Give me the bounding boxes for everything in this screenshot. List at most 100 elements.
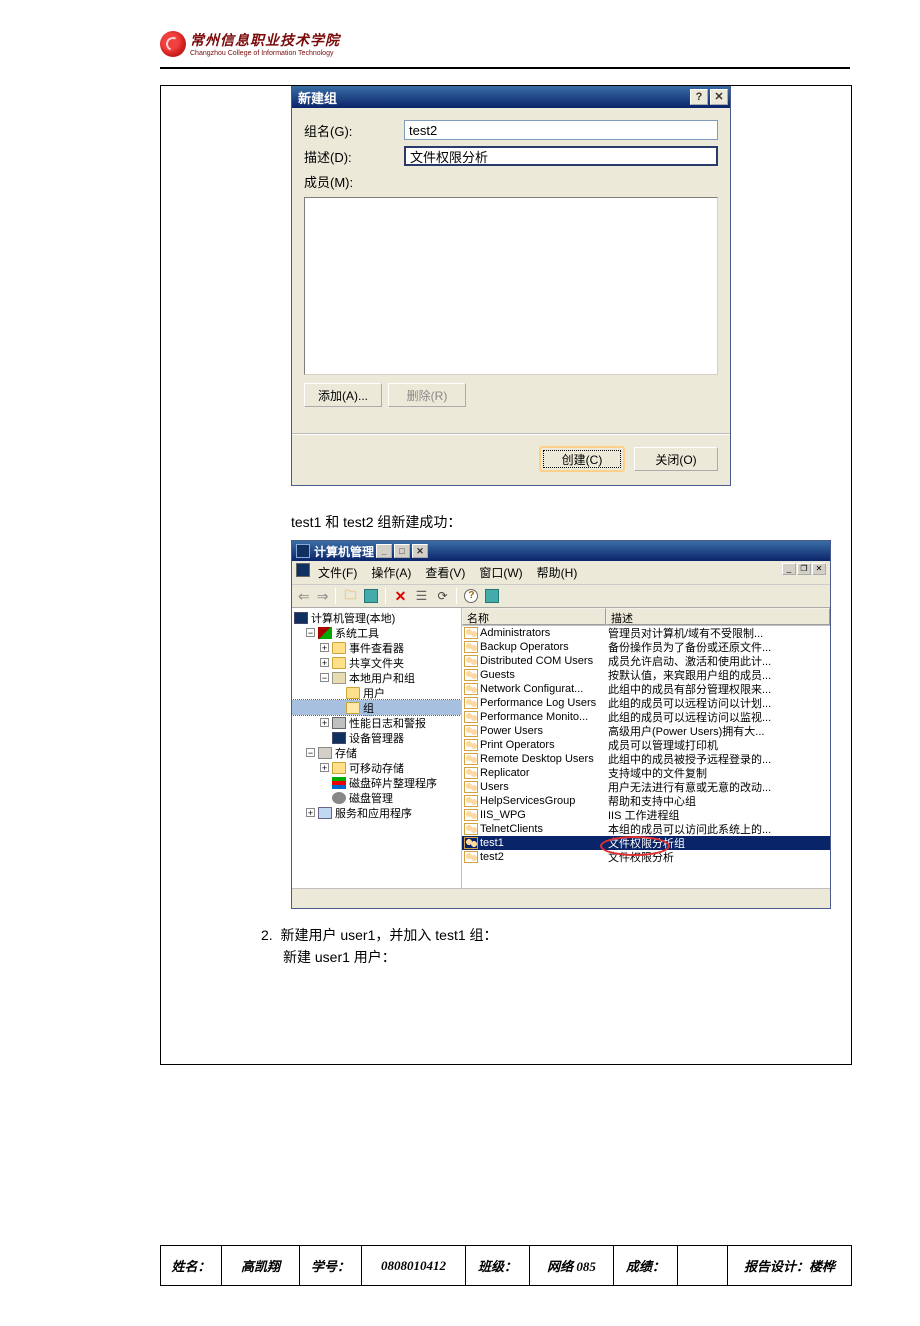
tree-services[interactable]: 服务和应用程序	[335, 805, 412, 821]
list-row[interactable]: HelpServicesGroup帮助和支持中心组	[462, 794, 830, 808]
list-row[interactable]: Performance Log Users此组的成员可以远程访问以计划...	[462, 696, 830, 710]
remove-button: 删除(R)	[388, 383, 466, 407]
group-name: Network Configurat...	[480, 683, 583, 695]
list-row[interactable]: Administrators管理员对计算机/域有不受限制...	[462, 626, 830, 640]
group-description: 文件权限分析	[606, 849, 830, 865]
expand-icon[interactable]: +	[320, 643, 329, 652]
expand-icon[interactable]: +	[320, 718, 329, 727]
mdi-close[interactable]: ✕	[812, 563, 826, 575]
groups-list[interactable]: 名称 描述 Administrators管理员对计算机/域有不受限制...Bac…	[462, 608, 830, 888]
list-row[interactable]: Remote Desktop Users此组中的成员被授予远程登录的...	[462, 752, 830, 766]
group-icon	[464, 795, 478, 807]
tree-root[interactable]: 计算机管理(本地)	[311, 610, 395, 626]
list-row[interactable]: Replicator支持域中的文件复制	[462, 766, 830, 780]
back-icon[interactable]: ⇐	[296, 588, 312, 605]
group-name: Users	[480, 781, 509, 793]
collapse-icon[interactable]: −	[320, 673, 329, 682]
expand-icon[interactable]: +	[306, 808, 315, 817]
status-bar	[292, 888, 830, 908]
window-close-button[interactable]: ✕	[412, 544, 428, 558]
group-name: test2	[480, 851, 504, 863]
column-description[interactable]: 描述	[606, 608, 830, 625]
extra-icon[interactable]	[483, 587, 501, 605]
up-icon[interactable]: 🗀	[341, 587, 359, 605]
create-button[interactable]: 创建(C)	[540, 447, 624, 471]
list-row[interactable]: IIS_WPGIIS 工作进程组	[462, 808, 830, 822]
group-name: Performance Monito...	[480, 711, 588, 723]
list-row[interactable]: Users用户无法进行有意或无意的改动...	[462, 780, 830, 794]
properties-icon[interactable]: ☰	[412, 587, 430, 605]
caption-success: test1 和 test2 组新建成功：	[291, 512, 851, 532]
delete-icon[interactable]: ✕	[391, 587, 409, 605]
list-row[interactable]: Performance Monito...此组的成员可以远程访问以监视...	[462, 710, 830, 724]
system-menu-icon[interactable]	[296, 563, 310, 577]
refresh-icon[interactable]: ⟳	[433, 587, 451, 605]
menu-file[interactable]: 文件(F)	[312, 563, 363, 582]
new-group-dialog: 新建组 ? ✕ 组名(G): 描述(D): 成员(M):	[291, 86, 731, 486]
help-icon[interactable]: ?	[462, 587, 480, 605]
services-icon	[318, 807, 332, 819]
list-row[interactable]: test2 文件权限分析	[462, 850, 830, 864]
dialog-title: 新建组	[298, 88, 337, 107]
tree-disk-mgmt[interactable]: 磁盘管理	[349, 790, 393, 806]
mdi-restore[interactable]: ❐	[797, 563, 811, 575]
tree-system-tools[interactable]: 系统工具	[335, 625, 379, 641]
description-input[interactable]	[404, 146, 718, 166]
mdi-minimize[interactable]: _	[782, 563, 796, 575]
help-button[interactable]: ?	[690, 89, 708, 105]
group-icon	[464, 837, 478, 849]
console-tree[interactable]: 计算机管理(本地) − 系统工具 + 事件查看器 + 共享文件夹 − 本地用户和组 用户…	[292, 608, 462, 888]
tree-groups[interactable]: 组	[363, 700, 374, 716]
add-button[interactable]: 添加(A)...	[304, 383, 382, 407]
list-row[interactable]: Network Configurat...此组中的成员有部分管理权限来...	[462, 682, 830, 696]
group-name-label: 组名(G):	[304, 121, 404, 140]
description-label: 描述(D):	[304, 147, 404, 166]
expand-icon[interactable]: +	[320, 658, 329, 667]
tree-local-users-groups[interactable]: 本地用户和组	[349, 670, 415, 686]
list-row[interactable]: Backup Operators备份操作员为了备份或还原文件...	[462, 640, 830, 654]
list-row[interactable]: TelnetClients本组的成员可以访问此系统上的...	[462, 822, 830, 836]
disk-icon	[332, 792, 346, 804]
menu-view[interactable]: 查看(V)	[419, 563, 471, 582]
show-hide-icon[interactable]	[362, 587, 380, 605]
tree-defrag[interactable]: 磁盘碎片整理程序	[349, 775, 437, 791]
maximize-button[interactable]: □	[394, 544, 410, 558]
folder-icon	[332, 657, 346, 669]
group-name-input[interactable]	[404, 120, 718, 140]
tree-removable[interactable]: 可移动存储	[349, 760, 404, 776]
column-name[interactable]: 名称	[462, 608, 606, 625]
collapse-icon[interactable]: −	[306, 628, 315, 637]
list-row[interactable]: test1文件权限分析组	[462, 836, 830, 850]
group-icon	[464, 823, 478, 835]
folder-open-icon	[346, 702, 360, 714]
removable-icon	[332, 762, 346, 774]
group-icon	[464, 739, 478, 751]
group-name: Print Operators	[480, 739, 555, 751]
mmc-title: 计算机管理	[314, 543, 374, 560]
tree-users[interactable]: 用户	[363, 685, 385, 701]
members-listbox[interactable]	[304, 197, 718, 375]
minimize-button[interactable]: _	[376, 544, 392, 558]
folder-icon	[346, 687, 360, 699]
menu-window[interactable]: 窗口(W)	[473, 563, 528, 582]
tree-performance[interactable]: 性能日志和警报	[349, 715, 426, 731]
device-icon	[332, 732, 346, 744]
storage-icon	[318, 747, 332, 759]
menu-help[interactable]: 帮助(H)	[531, 563, 584, 582]
menu-action[interactable]: 操作(A)	[365, 563, 417, 582]
list-row[interactable]: Distributed COM Users成员允许启动、激活和使用此计...	[462, 654, 830, 668]
expand-icon[interactable]: +	[320, 763, 329, 772]
list-row[interactable]: Power Users高级用户(Power Users)拥有大...	[462, 724, 830, 738]
tree-storage[interactable]: 存储	[335, 745, 357, 761]
close-dialog-button[interactable]: 关闭(O)	[634, 447, 718, 471]
group-icon	[464, 725, 478, 737]
tree-event-viewer[interactable]: 事件查看器	[349, 640, 404, 656]
tree-device-manager[interactable]: 设备管理器	[349, 730, 404, 746]
list-row[interactable]: Print Operators成员可以管理域打印机	[462, 738, 830, 752]
tree-shared-folders[interactable]: 共享文件夹	[349, 655, 404, 671]
list-row[interactable]: Guests按默认值，来宾跟用户组的成员...	[462, 668, 830, 682]
forward-icon[interactable]: ⇒	[315, 588, 331, 605]
footer-name-value: 高凯翔	[222, 1245, 300, 1286]
collapse-icon[interactable]: −	[306, 748, 315, 757]
close-button[interactable]: ✕	[710, 89, 728, 105]
